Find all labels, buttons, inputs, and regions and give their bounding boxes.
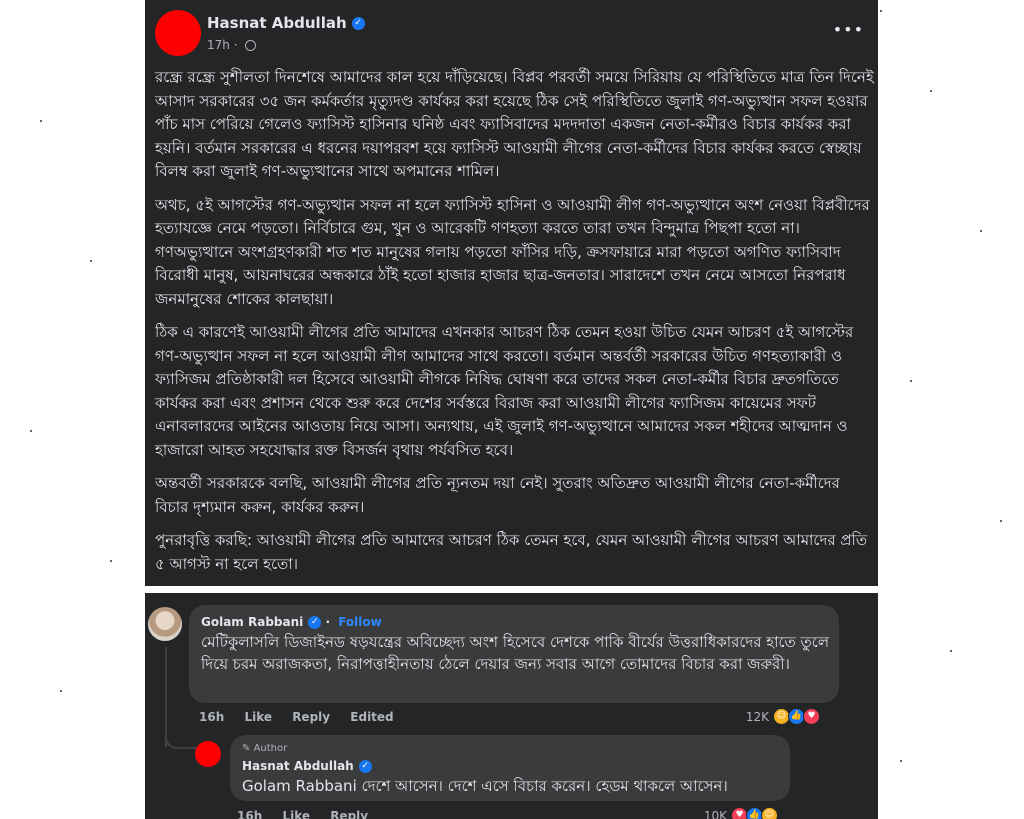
more-options-icon[interactable]: ••• bbox=[833, 20, 864, 39]
comment-author-name[interactable]: Golam Rabbani bbox=[201, 615, 303, 629]
haha-reaction-icon: ☺ bbox=[761, 807, 778, 819]
post-paragraph: অন্তবর্তী সরকারকে বলছি, আওয়ামী লীগের প্… bbox=[155, 474, 840, 516]
background-speck bbox=[900, 760, 902, 762]
comment-bubble: Golam Rabbani ✓ · Follow মেটিকুলাসলি ডিজা… bbox=[189, 605, 839, 703]
background-speck bbox=[40, 120, 42, 122]
thread-connector bbox=[165, 711, 197, 749]
post-card: Hasnat Abdullah ✓ 17h · ••• রন্ধ্রে রন্ধ্… bbox=[145, 0, 878, 586]
comment-time[interactable]: 16h bbox=[199, 710, 224, 724]
reply-author-avatar[interactable] bbox=[195, 741, 221, 767]
comment-author: Golam Rabbani ✓ · Follow bbox=[201, 615, 382, 629]
background-speck bbox=[60, 690, 62, 692]
background-speck bbox=[980, 230, 982, 232]
comment-actions: 16h Like Reply Edited bbox=[199, 710, 410, 724]
author-badge: ✎ Author bbox=[242, 743, 288, 754]
verified-badge-icon: ✓ bbox=[351, 17, 365, 30]
background-speck bbox=[30, 430, 32, 432]
reply-author-name[interactable]: Hasnat Abdullah bbox=[242, 759, 354, 773]
reply-actions: 16h Like Reply bbox=[237, 809, 384, 819]
background-speck bbox=[910, 380, 912, 382]
post-paragraph: পুনরাবৃত্তি করছি: আওয়ামী লীগের প্রতি আম… bbox=[155, 531, 868, 573]
edited-label: Edited bbox=[350, 710, 394, 724]
reply-time[interactable]: 16h bbox=[237, 809, 262, 819]
reply-author: Hasnat Abdullah ✓ bbox=[242, 759, 372, 773]
post-author-name[interactable]: Hasnat Abdullah bbox=[207, 14, 347, 32]
globe-icon bbox=[245, 40, 257, 51]
reactions-count: 10K bbox=[703, 808, 727, 819]
reply-button[interactable]: Reply bbox=[330, 809, 368, 819]
background-speck bbox=[930, 90, 932, 92]
comment-reactions[interactable]: 12K ☺ 👍 ♥ bbox=[746, 708, 820, 725]
commenter-avatar[interactable] bbox=[148, 607, 182, 641]
follow-button[interactable]: Follow bbox=[338, 615, 382, 629]
author-badge-label: Author bbox=[253, 743, 288, 754]
background-speck bbox=[1000, 520, 1002, 522]
reply-button[interactable]: Reply bbox=[292, 710, 330, 724]
comments-section: Golam Rabbani ✓ · Follow মেটিকুলাসলি ডিজা… bbox=[145, 593, 878, 819]
reply-reactions[interactable]: 10K ♥ 👍 ☺ bbox=[704, 807, 778, 819]
post-author[interactable]: Hasnat Abdullah ✓ bbox=[207, 14, 365, 32]
post-paragraph: রন্ধ্রে রন্ধ্রে সুশীলতা দিনশেষে আমাদের ক… bbox=[155, 68, 874, 180]
like-button[interactable]: Like bbox=[244, 710, 272, 724]
reply-bubble: ✎ Author Hasnat Abdullah ✓ Golam Rabbani … bbox=[230, 735, 790, 801]
post-meta: 17h · bbox=[207, 38, 257, 52]
post-paragraph: ঠিক এ কারণেই আওয়ামী লীগের প্রতি আমাদের … bbox=[155, 323, 854, 459]
reply-text: Golam Rabbani দেশে আসেন। দেশে এসে বিচার … bbox=[242, 777, 728, 795]
background-speck bbox=[880, 10, 882, 12]
background-speck bbox=[950, 650, 952, 652]
love-reaction-icon: ♥ bbox=[803, 708, 820, 725]
post-paragraph: অথচ, ৫ই আগস্টের গণ-অভ্যুত্থান সফল না হলে… bbox=[155, 195, 870, 308]
background-speck bbox=[90, 260, 92, 262]
like-button[interactable]: Like bbox=[282, 809, 310, 819]
verified-badge-icon: ✓ bbox=[308, 616, 322, 629]
reactions-count: 12K bbox=[745, 709, 769, 724]
post-time[interactable]: 17h bbox=[207, 38, 230, 52]
background-speck bbox=[110, 560, 112, 562]
post-body: রন্ধ্রে রন্ধ্রে সুশীলতা দিনশেষে আমাদের ক… bbox=[155, 66, 875, 586]
author-avatar[interactable] bbox=[155, 10, 201, 56]
comment-text: মেটিকুলাসলি ডিজাইনড ষড়যন্ত্রের অবিচ্ছেদ… bbox=[201, 633, 830, 673]
verified-badge-icon: ✓ bbox=[358, 760, 372, 773]
